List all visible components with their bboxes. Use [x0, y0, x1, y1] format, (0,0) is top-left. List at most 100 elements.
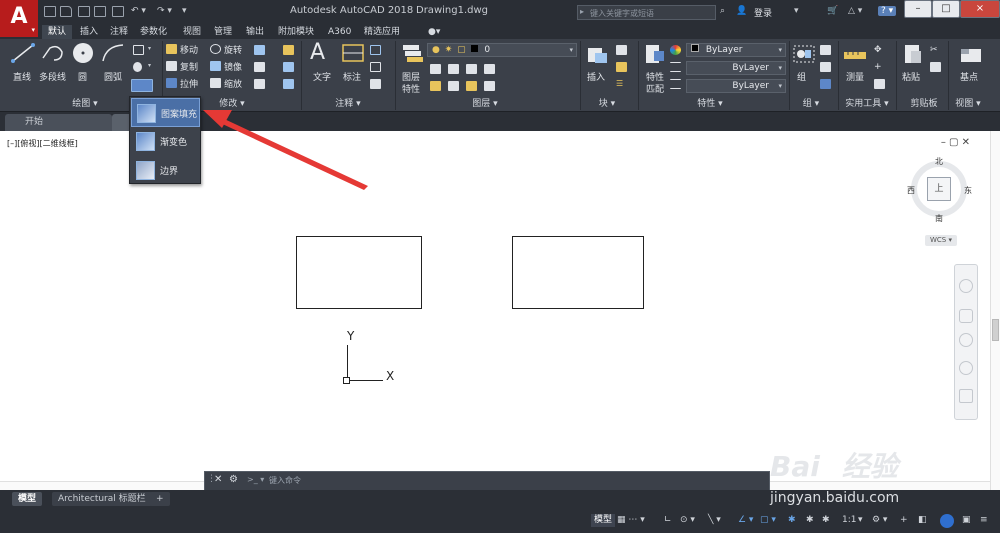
- groups-panel-title[interactable]: 组 ▾: [796, 98, 826, 111]
- rectangle-icon[interactable]: [133, 45, 144, 55]
- layer-tool-icon[interactable]: [466, 64, 477, 74]
- layer-properties-label-2[interactable]: 特性: [402, 82, 420, 95]
- draw-panel-title[interactable]: 绘图 ▾: [40, 98, 130, 111]
- annotation-monitor-icon[interactable]: +: [900, 514, 908, 527]
- dimension-icon[interactable]: [340, 42, 366, 64]
- search-input[interactable]: ▸ 键入关键字或短语: [577, 5, 716, 20]
- binoculars-icon[interactable]: ⌕: [720, 6, 725, 16]
- tab-start[interactable]: 开始: [5, 114, 112, 131]
- quick-access-customize-icon[interactable]: ▾: [182, 6, 187, 16]
- close-button[interactable]: ×: [960, 0, 1000, 18]
- login-button[interactable]: 登录: [754, 6, 772, 19]
- object-snap-icon[interactable]: ∠ ▾: [738, 514, 753, 527]
- polyline-button-label[interactable]: 多段线: [39, 70, 66, 83]
- measure-icon[interactable]: [842, 44, 868, 66]
- application-menu-button[interactable]: A ▾: [0, 0, 38, 37]
- linetype-dropdown[interactable]: ByLayer ▾: [686, 79, 786, 93]
- utilities-panel-title[interactable]: 实用工具 ▾: [838, 98, 896, 111]
- annotation-panel-title[interactable]: 注释 ▾: [318, 98, 378, 111]
- measure-button-label[interactable]: 测量: [846, 70, 864, 83]
- viewport-window-controls[interactable]: – ▢ ✕: [941, 137, 970, 148]
- annotation-scale-caret-icon[interactable]: ▾: [858, 514, 863, 527]
- annotation-scale-icon[interactable]: ✱: [822, 514, 830, 527]
- match-properties-label-2[interactable]: 匹配: [646, 82, 664, 95]
- calculator-icon[interactable]: [874, 79, 885, 89]
- table-icon[interactable]: [370, 79, 381, 89]
- polyline-icon[interactable]: [40, 42, 66, 64]
- view-panel-title[interactable]: 视图 ▾: [948, 98, 988, 111]
- customize-command-line-icon[interactable]: ⚙: [229, 474, 238, 485]
- offset-icon[interactable]: [283, 79, 294, 89]
- cut-icon[interactable]: ✂: [930, 45, 941, 55]
- polar-icon[interactable]: ⊙ ▾: [680, 514, 695, 527]
- annotation-scale-value[interactable]: 1:1: [842, 514, 856, 527]
- customization-icon[interactable]: ≡: [980, 514, 988, 527]
- ellipse-caret-icon[interactable]: ▾: [148, 62, 159, 72]
- create-block-icon[interactable]: [616, 45, 627, 55]
- stretch-button[interactable]: 拉伸: [166, 78, 198, 92]
- vertical-scrollbar-thumb[interactable]: [992, 319, 999, 341]
- maximize-button[interactable]: □: [932, 0, 960, 18]
- layers-panel-title[interactable]: 图层 ▾: [460, 98, 510, 111]
- scale-button[interactable]: 缩放: [210, 78, 242, 92]
- tab-parametric[interactable]: 参数化: [134, 25, 173, 39]
- base-view-icon[interactable]: [958, 44, 984, 66]
- redo-icon[interactable]: ↷ ▾: [157, 6, 172, 16]
- wcs-menu-button[interactable]: WCS ▾: [925, 235, 957, 246]
- save-icon[interactable]: [78, 6, 90, 17]
- text-icon[interactable]: A: [310, 42, 336, 64]
- menu-item-hatch[interactable]: 图案填充: [131, 98, 200, 127]
- open-file-icon[interactable]: [60, 6, 72, 17]
- steering-wheel-icon[interactable]: [959, 279, 973, 293]
- properties-panel-title[interactable]: 特性 ▾: [690, 98, 730, 111]
- compass-south[interactable]: 南: [935, 213, 943, 224]
- mirror-button[interactable]: 镜像: [210, 61, 242, 75]
- copy-clip-icon[interactable]: [930, 62, 941, 72]
- auto-scale-icon[interactable]: ✱: [806, 514, 814, 527]
- lineweight-dropdown[interactable]: ByLayer ▾: [686, 61, 786, 75]
- clipboard-panel-title[interactable]: 剪贴板: [900, 98, 948, 111]
- a360-icon[interactable]: △ ▾: [848, 6, 862, 16]
- viewport-controls-label[interactable]: [–][俯视][二维线框]: [7, 138, 78, 149]
- isolate-objects-icon[interactable]: ◧: [918, 514, 927, 527]
- tab-layout-architectural[interactable]: Architectural 标题栏: [52, 492, 152, 506]
- erase-icon[interactable]: [283, 45, 294, 55]
- ungroup-icon[interactable]: [820, 45, 831, 55]
- help-icon[interactable]: ? ▾: [878, 6, 897, 16]
- tab-model[interactable]: 模型: [12, 492, 43, 506]
- layer-tool-icon[interactable]: [430, 64, 441, 74]
- menu-item-boundary[interactable]: 边界: [131, 156, 200, 185]
- model-space-button[interactable]: 模型: [591, 514, 616, 527]
- paste-button-label[interactable]: 粘贴: [902, 70, 920, 83]
- command-input[interactable]: 键入命令: [269, 475, 301, 486]
- hatch-icon[interactable]: [131, 79, 153, 92]
- tab-view[interactable]: 视图: [177, 25, 207, 39]
- match-properties-icon[interactable]: [642, 43, 668, 65]
- login-caret-icon[interactable]: ▾: [794, 6, 799, 16]
- group-icon[interactable]: [791, 43, 817, 65]
- tab-output[interactable]: 输出: [240, 25, 270, 39]
- save-as-icon[interactable]: [94, 6, 106, 17]
- arc-button-label[interactable]: 圆弧: [104, 70, 122, 83]
- group-select-icon[interactable]: [820, 79, 831, 89]
- dimension-button-label[interactable]: 标注: [343, 70, 361, 83]
- text-button-label[interactable]: 文字: [313, 70, 331, 83]
- layer-tool-icon[interactable]: [484, 81, 495, 91]
- grid-icon[interactable]: ▦ ⋯ ▾: [617, 514, 645, 527]
- leader-icon[interactable]: [370, 62, 381, 72]
- minimize-button[interactable]: –: [904, 0, 932, 18]
- drawn-rectangle[interactable]: [512, 236, 644, 309]
- clean-screen-icon[interactable]: ▣: [962, 514, 971, 527]
- id-point-icon[interactable]: +: [874, 62, 885, 72]
- tab-manage[interactable]: 管理: [208, 25, 238, 39]
- tab-addins[interactable]: 附加模块: [272, 25, 320, 39]
- arc-icon[interactable]: [100, 42, 126, 64]
- ellipse-icon[interactable]: [133, 62, 142, 72]
- tab-featured-apps[interactable]: 精选应用: [358, 25, 406, 39]
- annotation-visibility-icon[interactable]: ✱: [788, 514, 796, 527]
- quick-calc-icon[interactable]: ✥: [874, 45, 885, 55]
- add-layout-button[interactable]: +: [150, 492, 170, 506]
- tab-a360[interactable]: A360: [322, 25, 357, 39]
- showmotion-icon[interactable]: [959, 389, 973, 403]
- tab-home[interactable]: 默认: [42, 25, 73, 39]
